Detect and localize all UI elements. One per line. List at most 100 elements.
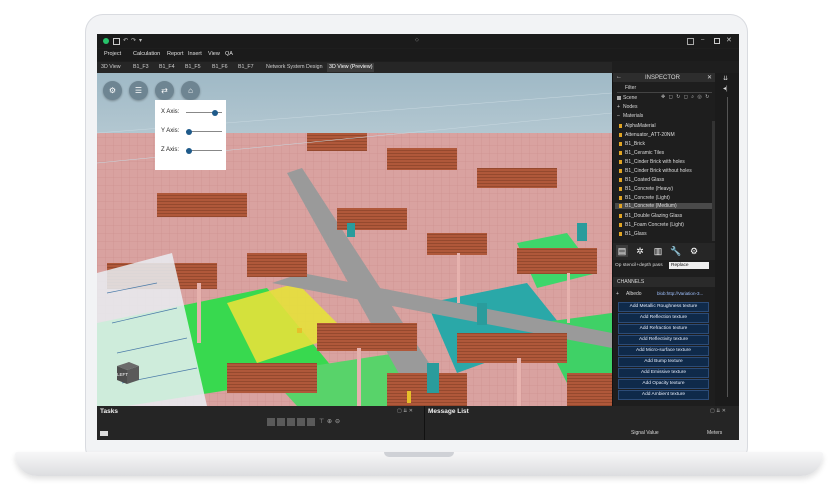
nodes-expand-icon[interactable]: +: [617, 104, 620, 110]
close-icon[interactable]: ✕: [726, 36, 732, 44]
tab-b1-f4[interactable]: B1_F4: [159, 63, 175, 72]
add-ambient-button[interactable]: Add Ambient texture: [618, 390, 709, 400]
settings-button[interactable]: ⚙: [103, 81, 122, 100]
z-axis-slider-knob[interactable]: [186, 147, 192, 154]
x-axis-slider[interactable]: [186, 109, 222, 116]
vertical-slider[interactable]: [727, 97, 728, 397]
add-refraction-button[interactable]: Add Refraction texture: [618, 324, 709, 334]
pin-icon[interactable]: ⇊: [723, 75, 728, 82]
add-metallic-roughness-button[interactable]: Add Metallic Roughness texture: [618, 302, 709, 312]
add-reflectivity-button[interactable]: Add Reflectivity texture: [618, 335, 709, 345]
tab-b1-f3[interactable]: B1_F3: [133, 63, 149, 72]
toolbar-button-icon[interactable]: [287, 418, 295, 426]
panel-toggle-icon[interactable]: [687, 38, 694, 45]
add-reflection-button[interactable]: Add Reflection texture: [618, 313, 709, 323]
filter-small-icon[interactable]: ⊤: [319, 418, 324, 425]
tab-b1-f7[interactable]: B1_F7: [238, 63, 254, 72]
menu-item-insert[interactable]: Insert: [188, 51, 202, 57]
tab-b1-f5[interactable]: B1_F5: [185, 63, 201, 72]
x-axis-slider-knob[interactable]: [211, 109, 218, 116]
debug-tab-icon[interactable]: ✲: [634, 245, 646, 257]
filter-input[interactable]: [617, 92, 712, 93]
tasks-title: Tasks: [100, 408, 118, 415]
right-toolbar: ⇊ ◂|: [715, 73, 739, 406]
albedo-value[interactable]: blob:http://Variation-3...: [657, 291, 711, 296]
z-axis-slider[interactable]: [186, 147, 222, 154]
material-item[interactable]: B1_Glass: [619, 231, 647, 237]
menu-item-calculation[interactable]: Calculation: [133, 51, 160, 57]
save-icon[interactable]: [113, 38, 120, 45]
material-name: B1_Cinder Brick without holes: [625, 168, 692, 174]
material-item[interactable]: B1_Ceramic Tiles: [619, 150, 664, 156]
menu-item-project[interactable]: Project: [104, 51, 121, 57]
material-item-selected[interactable]: B1_Concrete (Medium): [615, 203, 713, 209]
material-name: B1_Brick: [625, 141, 646, 147]
3d-viewport[interactable]: ⚙ ☰ ⇄ ⌂ X Axis: Y Axis: Z Axis: LEFT: [97, 73, 612, 406]
maximize-icon[interactable]: [714, 38, 720, 44]
navigation-cube[interactable]: LEFT: [113, 358, 141, 386]
add-opacity-button[interactable]: Add Opacity texture: [618, 379, 709, 389]
title-center-icon: ◇: [415, 37, 419, 43]
materials-label: Materials: [623, 113, 644, 119]
tasks-panel-controls-icon[interactable]: ▢ ⇊ ✕: [397, 408, 413, 414]
dropdown-icon[interactable]: ▾: [139, 37, 142, 44]
menu-item-view[interactable]: View: [208, 51, 220, 57]
channel-expand-icon[interactable]: +: [616, 291, 619, 297]
material-item[interactable]: B1_Foam Concrete (Light): [619, 222, 684, 228]
menu-item-report[interactable]: Report: [167, 51, 184, 57]
y-axis-label: Y Axis:: [161, 128, 180, 134]
statistics-tab-icon[interactable]: ▥: [652, 245, 664, 257]
toolbar-button-icon[interactable]: [267, 418, 275, 426]
material-item[interactable]: B1_Coated Glass: [619, 177, 664, 183]
material-item[interactable]: B1_Double Glazing Glass: [619, 213, 682, 219]
material-name: B1_Coated Glass: [625, 177, 665, 183]
zoom-icon[interactable]: ⊕: [327, 418, 332, 425]
tools-tab-icon[interactable]: 🔧: [670, 245, 682, 257]
tab-3d-view-preview[interactable]: 3D View (Preview): [327, 63, 375, 72]
home-button[interactable]: ⌂: [181, 81, 200, 100]
tab-3d-view[interactable]: 3D View: [101, 63, 121, 72]
material-item[interactable]: B1_Concrete (Light): [619, 195, 670, 201]
scene-toolbar-icons[interactable]: ✥ ◻ ↻ ◻ ⌕ ◎ ↻: [661, 94, 710, 100]
albedo-label: Albedo: [626, 291, 642, 297]
tasks-small-box[interactable]: [100, 431, 108, 436]
material-item[interactable]: B1_Cinder Brick without holes: [619, 168, 692, 174]
material-icon: [619, 123, 622, 128]
material-name: B1_Concrete (Light): [625, 195, 670, 201]
tab-network-system-design[interactable]: Network System Design: [266, 63, 323, 72]
undo-icon[interactable]: ↶: [123, 37, 128, 44]
swap-button[interactable]: ⇄: [155, 81, 174, 100]
zoom-out-icon[interactable]: ⊖: [335, 418, 340, 425]
y-axis-slider-knob[interactable]: [186, 128, 192, 135]
toolbar-button-icon[interactable]: [307, 418, 315, 426]
tab-b1-f6[interactable]: B1_F6: [212, 63, 228, 72]
material-item[interactable]: B1_Brick: [619, 141, 645, 147]
toolbar-button-icon[interactable]: [297, 418, 305, 426]
minimize-icon[interactable]: –: [701, 37, 704, 43]
material-item[interactable]: B1_Cinder Brick with holes: [619, 159, 685, 165]
material-icon: [619, 213, 622, 218]
toolbar-button-icon[interactable]: [277, 418, 285, 426]
inspector-close-icon[interactable]: ✕: [707, 74, 712, 81]
document-tab-icon[interactable]: ▤: [616, 245, 628, 257]
add-micro-surface-button[interactable]: Add Micro-surface texture: [618, 346, 709, 356]
add-bump-button[interactable]: Add Bump texture: [618, 357, 709, 367]
filter-button[interactable]: ☰: [129, 81, 148, 100]
menu-item-qa[interactable]: QA: [225, 51, 233, 57]
settings-tab-icon[interactable]: ⚙: [688, 245, 700, 257]
y-axis-slider[interactable]: [186, 128, 222, 135]
add-emissive-button[interactable]: Add Emissive texture: [618, 368, 709, 378]
material-item[interactable]: B1_Concrete (Heavy): [619, 186, 673, 192]
channels-header[interactable]: CHANNELS: [613, 277, 716, 287]
op-stencil-select[interactable]: Replace: [669, 262, 709, 269]
material-item[interactable]: Attenuator_ATT-20NM: [619, 132, 675, 138]
collapse-icon[interactable]: ←: [616, 74, 622, 80]
redo-icon[interactable]: ↷: [131, 37, 136, 44]
message-panel-controls-icon[interactable]: ▢ ⇊ ✕: [710, 408, 726, 414]
material-item[interactable]: AlphaMaterial: [619, 123, 656, 129]
materials-expand-icon[interactable]: –: [617, 113, 620, 119]
material-icon: [619, 177, 622, 182]
laptop-base: [15, 452, 823, 476]
laptop-notch: [384, 452, 454, 457]
x-axis-label: X Axis:: [161, 109, 180, 115]
